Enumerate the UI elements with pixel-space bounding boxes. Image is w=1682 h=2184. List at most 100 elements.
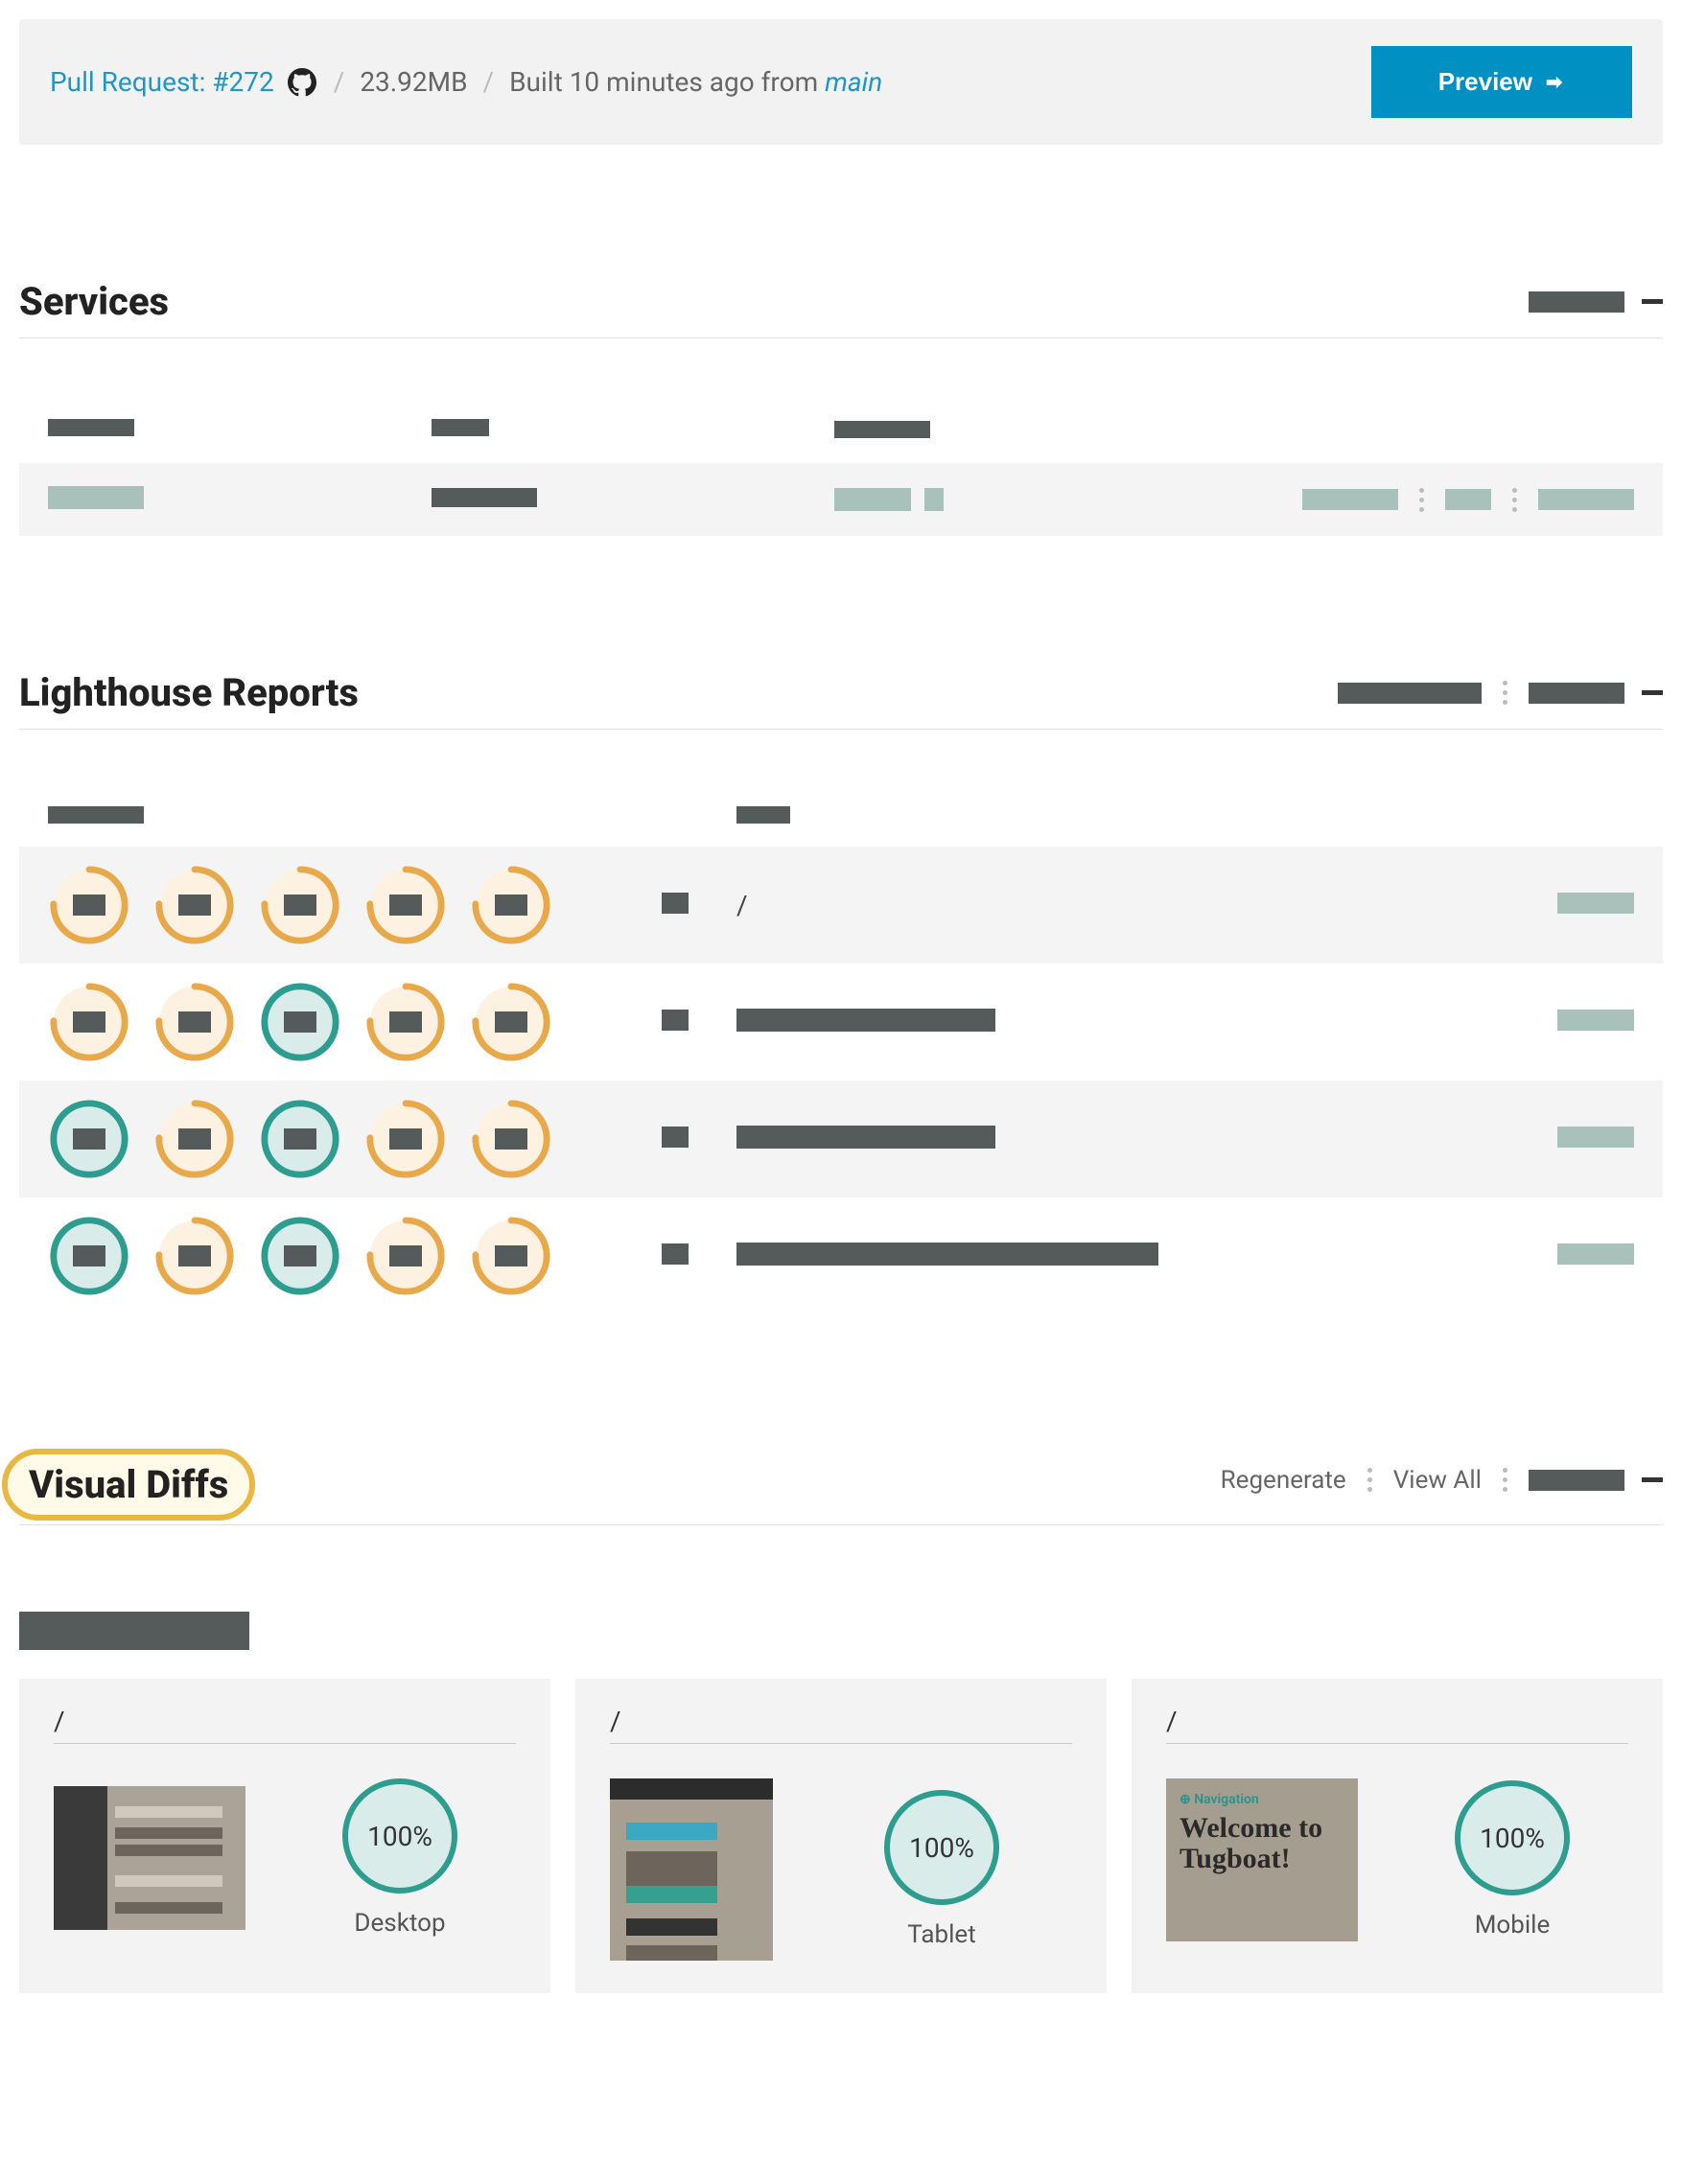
- lh-action-redacted[interactable]: [1557, 1243, 1634, 1265]
- score-value-redacted: [495, 1011, 527, 1033]
- visual-diffs-section: Visual Diffs Regenerate View All / 100% …: [19, 1449, 1663, 1993]
- score-circle: [259, 1215, 341, 1297]
- lh-col-header-redacted: [48, 806, 144, 824]
- lh-action-redacted[interactable]: [1529, 683, 1624, 704]
- col-header-redacted: [48, 419, 134, 436]
- vd-thumbnail[interactable]: ⊕ NavigationWelcome to Tugboat!: [1166, 1778, 1358, 1941]
- lh-icon-redacted: [662, 1243, 689, 1265]
- service-action-redacted[interactable]: [1538, 489, 1634, 510]
- lighthouse-title: Lighthouse Reports: [19, 670, 359, 715]
- github-icon[interactable]: [286, 66, 318, 99]
- score-circle: [259, 981, 341, 1063]
- score-circle: [470, 1098, 552, 1180]
- score-value-redacted: [389, 1128, 422, 1150]
- services-header: Services: [19, 279, 1663, 338]
- score-circle: [364, 864, 447, 946]
- score-circle: [153, 981, 236, 1063]
- lh-path: /: [736, 890, 748, 921]
- col-header-redacted: [432, 419, 489, 436]
- service-action-redacted[interactable]: [1445, 489, 1491, 510]
- lighthouse-row: /: [19, 847, 1663, 964]
- service-action-redacted[interactable]: [1302, 489, 1398, 510]
- score-value-redacted: [73, 895, 105, 916]
- visual-diff-card[interactable]: / ⊕ NavigationWelcome to Tugboat! 100% M…: [1132, 1679, 1663, 1993]
- lh-path-redacted: [736, 1126, 995, 1149]
- more-icon[interactable]: [1364, 1468, 1376, 1492]
- build-size: 23.92MB: [360, 66, 467, 98]
- vd-similarity-score: 100%: [342, 1778, 457, 1894]
- score-value-redacted: [389, 1245, 422, 1266]
- visual-diffs-meta: [19, 1612, 1663, 1650]
- service-status-redacted: [432, 488, 537, 507]
- lh-action-redacted[interactable]: [1557, 1127, 1634, 1148]
- collapse-icon[interactable]: [1642, 690, 1663, 695]
- score-circle: [259, 1098, 341, 1180]
- score-circle: [364, 1098, 447, 1180]
- lighthouse-header: Lighthouse Reports: [19, 670, 1663, 730]
- visual-diff-card[interactable]: / 100% Tablet: [575, 1679, 1107, 1993]
- more-icon[interactable]: [1508, 488, 1521, 512]
- preview-button[interactable]: Preview: [1371, 46, 1632, 118]
- lh-action-redacted[interactable]: [1557, 1010, 1634, 1031]
- service-name-redacted[interactable]: [48, 486, 144, 509]
- more-icon[interactable]: [1499, 681, 1511, 705]
- vd-thumbnail[interactable]: [54, 1786, 245, 1930]
- score-value-redacted: [284, 1011, 316, 1033]
- score-value-redacted: [284, 1245, 316, 1266]
- services-table-header: [19, 396, 1663, 463]
- score-value-redacted: [495, 1128, 527, 1150]
- score-circle: [48, 1215, 130, 1297]
- service-col-redacted: [924, 488, 944, 511]
- visual-diffs-title-highlight: Visual Diffs: [2, 1449, 255, 1521]
- score-value-redacted: [389, 895, 422, 916]
- separator: /: [334, 66, 345, 98]
- lighthouse-section: Lighthouse Reports: [19, 670, 1663, 1314]
- score-value-redacted: [495, 1245, 527, 1266]
- visual-diffs-title: Visual Diffs: [29, 1462, 228, 1507]
- vd-thumbnail[interactable]: [610, 1778, 773, 1961]
- vd-action-redacted[interactable]: [1529, 1470, 1624, 1491]
- vd-card-path: /: [54, 1706, 516, 1744]
- lh-icon-redacted: [662, 1127, 689, 1148]
- score-value-redacted: [178, 1128, 211, 1150]
- regenerate-button[interactable]: Regenerate: [1221, 1466, 1346, 1495]
- score-value-redacted: [495, 895, 527, 916]
- more-icon[interactable]: [1415, 488, 1428, 512]
- visual-diffs-actions: Regenerate View All: [1221, 1466, 1663, 1495]
- pr-link[interactable]: Pull Request: #272: [50, 66, 274, 98]
- branch-link[interactable]: main: [825, 66, 882, 98]
- score-circle: [48, 1098, 130, 1180]
- lh-action-redacted[interactable]: [1557, 893, 1634, 914]
- view-all-button[interactable]: View All: [1393, 1466, 1482, 1495]
- lighthouse-table: /: [19, 787, 1663, 1314]
- lh-icon-redacted: [662, 1010, 689, 1031]
- services-table: [19, 396, 1663, 536]
- service-row: [19, 463, 1663, 536]
- vd-card-path: /: [610, 1706, 1072, 1744]
- preview-header: Pull Request: #272 / 23.92MB / Built 10 …: [19, 19, 1663, 145]
- lh-icon-redacted: [662, 893, 689, 914]
- service-col-redacted: [834, 488, 911, 511]
- services-actions: [1529, 291, 1663, 313]
- lh-path-redacted: [736, 1243, 1158, 1266]
- services-title: Services: [19, 279, 169, 324]
- lh-action-redacted[interactable]: [1338, 683, 1482, 704]
- score-circle: [470, 864, 552, 946]
- visual-diffs-cards: / 100% Desktop / 100% Tablet /: [19, 1679, 1663, 1993]
- lighthouse-row: [19, 964, 1663, 1080]
- vd-device-label: Tablet: [907, 1920, 975, 1949]
- header-meta: Pull Request: #272 / 23.92MB / Built 10 …: [50, 66, 882, 99]
- score-circle: [364, 1215, 447, 1297]
- score-circle: [48, 981, 130, 1063]
- vd-similarity-score: 100%: [884, 1790, 999, 1905]
- vd-card-path: /: [1166, 1706, 1628, 1744]
- score-circle: [153, 864, 236, 946]
- more-icon[interactable]: [1499, 1468, 1511, 1492]
- score-circle: [470, 981, 552, 1063]
- visual-diff-card[interactable]: / 100% Desktop: [19, 1679, 550, 1993]
- services-action-redacted[interactable]: [1529, 291, 1624, 313]
- collapse-icon[interactable]: [1642, 299, 1663, 304]
- services-section: Services: [19, 279, 1663, 536]
- visual-diffs-header: Visual Diffs Regenerate View All: [19, 1449, 1663, 1525]
- collapse-icon[interactable]: [1642, 1477, 1663, 1482]
